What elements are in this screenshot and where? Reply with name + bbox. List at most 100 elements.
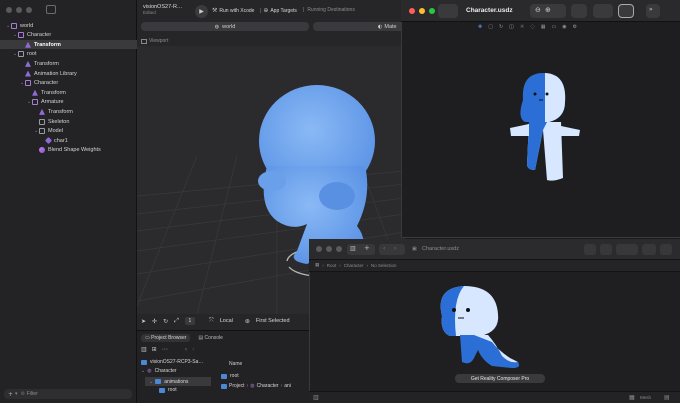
grid-icon[interactable]: ▦	[541, 24, 546, 30]
more-icon[interactable]: ⋯	[162, 346, 168, 353]
get-rcp-button[interactable]: Get Reality Composer Pro	[455, 374, 545, 383]
viewport-icon	[141, 38, 147, 44]
sidebar-toggle-button[interactable]	[438, 4, 458, 18]
browser-item-root[interactable]: root	[159, 387, 177, 393]
zoom-dot[interactable]	[26, 7, 32, 13]
zoom-dot[interactable]	[336, 246, 342, 252]
outline-item-label: char1	[54, 137, 68, 144]
nav-buttons[interactable]: ‹ ›	[379, 244, 405, 255]
app-targets[interactable]: | ⊕ App Targets	[260, 7, 297, 14]
minimize-dot[interactable]	[326, 246, 332, 252]
sidebar-toggle-icon[interactable]	[46, 5, 56, 14]
space-dropdown[interactable]: Local	[220, 318, 233, 324]
tab-world[interactable]: ◍ world	[141, 22, 309, 31]
inspector-toggle[interactable]	[660, 244, 672, 255]
open-with-button[interactable]	[618, 4, 634, 18]
add-icon[interactable]: +	[8, 391, 13, 398]
chevron-down-icon: ⌄	[141, 368, 146, 374]
sidebar-icon[interactable]: ▥	[350, 245, 356, 252]
comment-icon[interactable]: ◌	[530, 24, 534, 30]
sidebar-icon[interactable]: ▥	[141, 346, 147, 353]
outline-item[interactable]: ⌄ Character	[0, 31, 137, 40]
selection-dropdown[interactable]: First Selected	[256, 318, 290, 324]
back-icon[interactable]: ‹	[383, 245, 385, 252]
rotate-icon[interactable]: ↻	[499, 24, 503, 30]
new-folder-icon[interactable]: ⊞	[152, 346, 157, 353]
move-icon[interactable]: ✥	[478, 24, 482, 30]
outline-item[interactable]: ⌄ Model	[0, 127, 137, 136]
chevron-right-icon: ›	[339, 263, 341, 268]
toolbar-button-2[interactable]	[600, 244, 612, 255]
close-dot[interactable]	[316, 246, 322, 252]
tab-console[interactable]: ▤ Console	[194, 334, 226, 342]
outline-item[interactable]: Transform	[0, 88, 137, 97]
zoom-in-icon[interactable]: ⊕	[545, 6, 551, 14]
scale-icon[interactable]: ⤢	[174, 317, 179, 325]
sidebar-icon[interactable]: ▥	[313, 394, 319, 401]
toolbar-button-1[interactable]	[584, 244, 596, 255]
more-button[interactable]: »	[646, 4, 660, 18]
breadcrumb-character[interactable]: Character	[257, 383, 279, 389]
separator: |	[260, 7, 262, 14]
outline-item[interactable]: Transform	[0, 59, 137, 68]
path-selection: No Selection	[371, 263, 397, 268]
browser-folder-character[interactable]: ⌄ ◍ Character	[141, 368, 177, 374]
breadcrumb-animations[interactable]: ani	[284, 383, 291, 389]
outline-item[interactable]: ⌄ Armature	[0, 98, 137, 107]
light-icon[interactable]: ☼	[520, 24, 524, 30]
outline-item-label: Model	[48, 128, 63, 135]
browser-root[interactable]: visionOS27-RCP3-Sa…	[141, 359, 203, 365]
back-icon[interactable]: ‹	[185, 346, 187, 353]
display-mode[interactable]: Mesh	[640, 395, 651, 400]
outline-item[interactable]: ⌄ root	[0, 50, 137, 59]
rotate-icon[interactable]: ↻	[163, 318, 168, 325]
pointer-icon[interactable]: ➤	[141, 318, 146, 325]
minimize-dot[interactable]	[16, 7, 22, 13]
play-button[interactable]: ▶	[195, 5, 208, 18]
outline-item[interactable]: Blend Shape Weights	[0, 146, 137, 155]
zoom-out-icon[interactable]: ⊖	[535, 6, 541, 14]
file-row-root[interactable]: root	[221, 373, 239, 379]
zoom-buttons[interactable]: ⊖ ⊕	[530, 4, 566, 18]
outline-item[interactable]: Animation Library	[0, 69, 137, 78]
window-controls	[6, 7, 32, 13]
inspector-icon[interactable]: ▤	[664, 394, 670, 401]
project-browser-panel: ▭ Project Browser ▤ Console ▥ ⊞ ⋯ ‹ › vi…	[137, 330, 309, 403]
add-icon[interactable]: +	[364, 244, 370, 252]
browser-folder-animations[interactable]: ⌄ animations	[145, 377, 211, 386]
frame-icon[interactable]: ▭	[551, 24, 556, 30]
run-with-xcode[interactable]: ⚒ Run with Xcode	[212, 7, 254, 14]
minimize-dot[interactable]	[419, 8, 425, 14]
close-dot[interactable]	[6, 7, 12, 13]
sidebar-add-buttons[interactable]: ▥ +	[347, 244, 375, 255]
outline-item[interactable]: ⌄ world	[0, 21, 137, 30]
share-button[interactable]	[571, 4, 587, 18]
move-icon[interactable]: ✢	[152, 318, 157, 325]
outline-filter[interactable]: + ▾ ⊜ Filter	[4, 389, 132, 399]
run-label: Run with Xcode	[219, 7, 255, 14]
environment-icon[interactable]: ◉	[562, 24, 566, 30]
forward-icon[interactable]: ›	[192, 346, 194, 353]
chevron-right-icon: ›	[246, 383, 249, 389]
markup-button[interactable]	[593, 4, 613, 18]
tab-project-browser[interactable]: ▭ Project Browser	[141, 334, 191, 342]
outline-item[interactable]: char1	[0, 136, 137, 145]
grid-icon[interactable]: ▦	[629, 394, 635, 401]
zoom-dot[interactable]	[429, 8, 435, 14]
cube-icon[interactable]: ▢	[488, 24, 493, 30]
path-character[interactable]: Character	[344, 263, 364, 268]
running-destinations[interactable]: | Running Destinations	[303, 7, 355, 13]
camera-icon[interactable]: ◫	[509, 24, 514, 30]
breadcrumb-project[interactable]: Project	[229, 383, 245, 389]
outline-item[interactable]: Transform	[0, 107, 137, 116]
toolbar-button-4[interactable]	[642, 244, 656, 255]
path-root[interactable]: Root	[327, 263, 337, 268]
forward-icon[interactable]: ›	[394, 245, 396, 252]
outline-item[interactable]: Skeleton	[0, 117, 137, 126]
settings-icon[interactable]: ⚙	[573, 24, 577, 30]
toolbar-button-3[interactable]	[616, 244, 638, 255]
outline-item[interactable]: ⌄ Character	[0, 79, 137, 88]
close-dot[interactable]	[409, 8, 415, 14]
outline-item[interactable]: Transform	[0, 40, 137, 50]
tab-material[interactable]: ◐ Mate	[313, 22, 405, 31]
